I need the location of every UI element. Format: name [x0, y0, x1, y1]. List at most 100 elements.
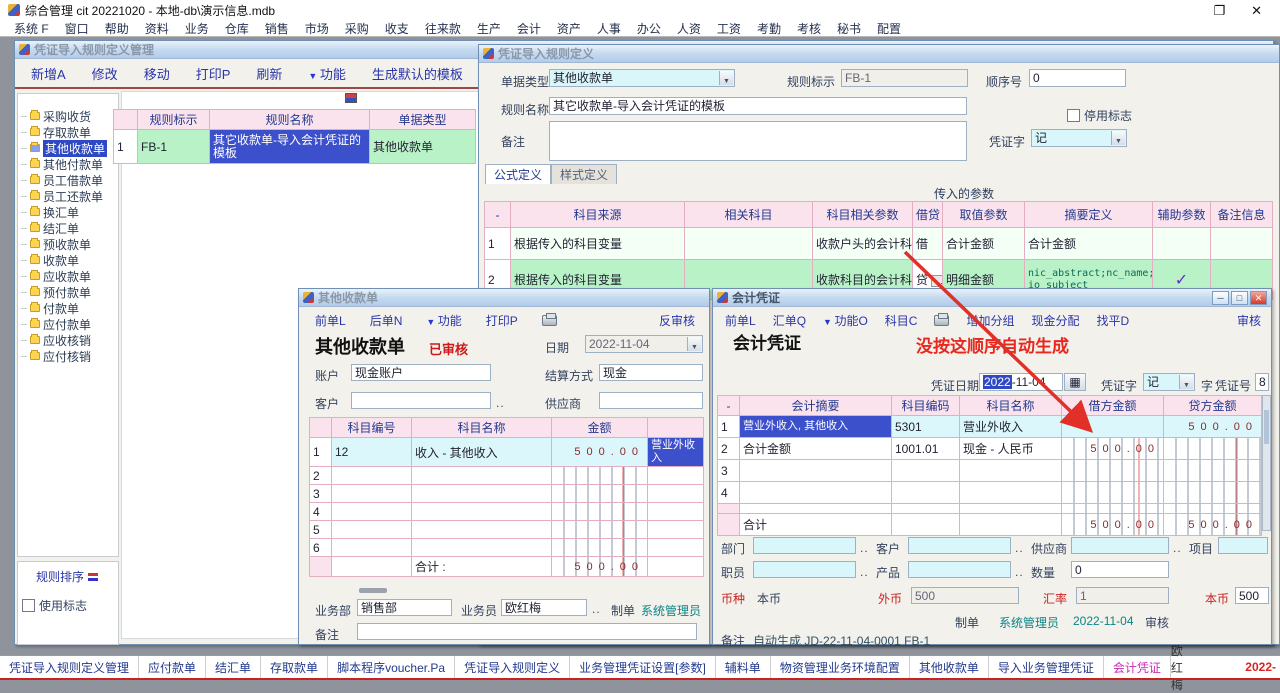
- subject-code-cell[interactable]: [332, 521, 412, 539]
- prev-button[interactable]: 前单L: [315, 312, 346, 329]
- chevron-down-icon[interactable]: [1179, 375, 1193, 389]
- menu-market[interactable]: 市场: [297, 20, 337, 37]
- clerk-field[interactable]: 欧红梅: [501, 599, 587, 616]
- subject-code-cell[interactable]: [332, 503, 412, 521]
- subject-name-cell[interactable]: [960, 460, 1062, 482]
- amount-cell[interactable]: [552, 521, 648, 539]
- scrollbar-thumb[interactable]: [1264, 410, 1269, 444]
- voucher-date-field[interactable]: 2022-11-04: [979, 373, 1063, 391]
- menu-attendance[interactable]: 考勤: [749, 20, 789, 37]
- refresh-button[interactable]: 刷新: [256, 64, 282, 83]
- summary-cell-selected[interactable]: 营业外收入, 其他收入: [740, 416, 892, 438]
- value-cell[interactable]: 合计金额: [943, 228, 1025, 260]
- menu-secretary[interactable]: 秘书: [829, 20, 869, 37]
- printer-icon[interactable]: [542, 315, 557, 326]
- summary-cell[interactable]: [740, 460, 892, 482]
- row-number[interactable]: 2: [718, 438, 740, 460]
- aux-cell[interactable]: [1153, 228, 1211, 260]
- row-number[interactable]: 3: [310, 485, 332, 503]
- qty-field[interactable]: 0: [1071, 561, 1169, 578]
- staff-browse-button[interactable]: [860, 565, 869, 579]
- menu-purchase[interactable]: 采购: [337, 20, 377, 37]
- menu-salary[interactable]: 工资: [709, 20, 749, 37]
- row-number[interactable]: 1: [310, 438, 332, 467]
- credit-cell[interactable]: [1164, 438, 1262, 460]
- tree-item[interactable]: 存取款单: [18, 124, 118, 140]
- tree-item[interactable]: 付款单: [18, 300, 118, 316]
- amount-cell[interactable]: [552, 485, 648, 503]
- subject-name-cell[interactable]: [412, 521, 552, 539]
- subject-name-cell[interactable]: 收入 - 其他收入: [412, 438, 552, 467]
- audit-button[interactable]: 审核: [1237, 312, 1271, 329]
- tree-item[interactable]: 换汇单: [18, 204, 118, 220]
- credit-cell[interactable]: [1164, 460, 1262, 482]
- prev-button[interactable]: 前单L: [725, 312, 756, 329]
- subject-code-cell[interactable]: [332, 539, 412, 557]
- rule-sort-button[interactable]: 规则排序: [22, 568, 114, 585]
- menu-system[interactable]: 系统 F: [6, 20, 57, 37]
- menu-assets[interactable]: 资产: [549, 20, 589, 37]
- balance-button[interactable]: 找平D: [1097, 312, 1130, 329]
- menu-hr2[interactable]: 人资: [669, 20, 709, 37]
- rule-id-field[interactable]: FB-1: [841, 69, 968, 87]
- customer-field[interactable]: [908, 537, 1011, 554]
- clerk-browse-button[interactable]: [592, 602, 601, 616]
- next-button[interactable]: 后单N: [370, 312, 403, 329]
- move-button[interactable]: 移动: [144, 64, 170, 83]
- modify-button[interactable]: 修改: [92, 64, 118, 83]
- rule-name-cell-selected[interactable]: 其它收款单-导入会计凭证的模板: [210, 130, 370, 164]
- row-number[interactable]: 2: [310, 467, 332, 485]
- supplier-browse-button[interactable]: [1173, 541, 1182, 555]
- task-env-config[interactable]: 物资管理业务环境配置: [771, 656, 910, 678]
- subject-button[interactable]: 科目C: [885, 312, 918, 329]
- close-icon[interactable]: ✕: [1250, 291, 1267, 305]
- tree-item[interactable]: 预收款单: [18, 236, 118, 252]
- local-field[interactable]: 500: [1235, 587, 1269, 604]
- row-number[interactable]: 1: [114, 130, 138, 164]
- menu-window[interactable]: 窗口: [57, 20, 97, 37]
- tree-item[interactable]: 收款单: [18, 252, 118, 268]
- task-rule-editor[interactable]: 凭证导入规则定义: [455, 656, 570, 678]
- voucher-word-combo[interactable]: 记: [1031, 129, 1127, 147]
- subject-name-cell[interactable]: [412, 539, 552, 557]
- menu-data[interactable]: 资料: [137, 20, 177, 37]
- source-cell[interactable]: 根据传入的科目变量: [511, 228, 685, 260]
- tree-item[interactable]: 应收核销: [18, 332, 118, 348]
- extra-cell[interactable]: [648, 521, 704, 539]
- tab-formula[interactable]: 公式定义: [485, 164, 551, 184]
- row-number[interactable]: 6: [310, 539, 332, 557]
- tree-item[interactable]: 应付款单: [18, 316, 118, 332]
- disable-flag-checkbox[interactable]: 停用标志: [1067, 107, 1132, 124]
- grid-icon[interactable]: [345, 93, 357, 103]
- product-field[interactable]: [908, 561, 1011, 578]
- task-script[interactable]: 脚本程序voucher.Pa: [328, 656, 455, 678]
- task-material[interactable]: 辅料单: [716, 656, 771, 678]
- subject-name-cell[interactable]: [960, 482, 1062, 504]
- subject-name-cell[interactable]: [412, 467, 552, 485]
- tree-item[interactable]: 应付核销: [18, 348, 118, 364]
- subject-name-cell[interactable]: 现金 - 人民币: [960, 438, 1062, 460]
- param-cell[interactable]: 收款户头的会计科目: [813, 228, 913, 260]
- dept-field[interactable]: [753, 537, 856, 554]
- amount-cell[interactable]: [552, 467, 648, 485]
- rule-id-cell[interactable]: FB-1: [138, 130, 210, 164]
- tree-item[interactable]: 采购收货: [18, 108, 118, 124]
- chevron-down-icon[interactable]: [719, 71, 733, 85]
- amount-cell[interactable]: [552, 503, 648, 521]
- dc-cell[interactable]: 借: [913, 228, 943, 260]
- ellipsis-button[interactable]: …: [931, 275, 942, 287]
- extra-cell[interactable]: [648, 485, 704, 503]
- subject-name-cell[interactable]: 营业外收入: [960, 416, 1062, 438]
- task-payable[interactable]: 应付款单: [139, 656, 206, 678]
- subject-popup-cell[interactable]: 营业外收入: [648, 438, 704, 467]
- rate-field[interactable]: 1: [1076, 587, 1169, 604]
- debit-cell[interactable]: [1062, 460, 1164, 482]
- tree-item[interactable]: 员工借款单: [18, 172, 118, 188]
- generate-template-button[interactable]: 生成默认的模板: [372, 64, 463, 83]
- use-flag-checkbox[interactable]: 使用标志: [22, 597, 114, 614]
- summary-cell[interactable]: 合计金额: [1025, 228, 1153, 260]
- menu-payment[interactable]: 收支: [377, 20, 417, 37]
- subject-code-cell[interactable]: [892, 460, 960, 482]
- row-number[interactable]: 1: [718, 416, 740, 438]
- chevron-down-icon[interactable]: [1111, 131, 1125, 145]
